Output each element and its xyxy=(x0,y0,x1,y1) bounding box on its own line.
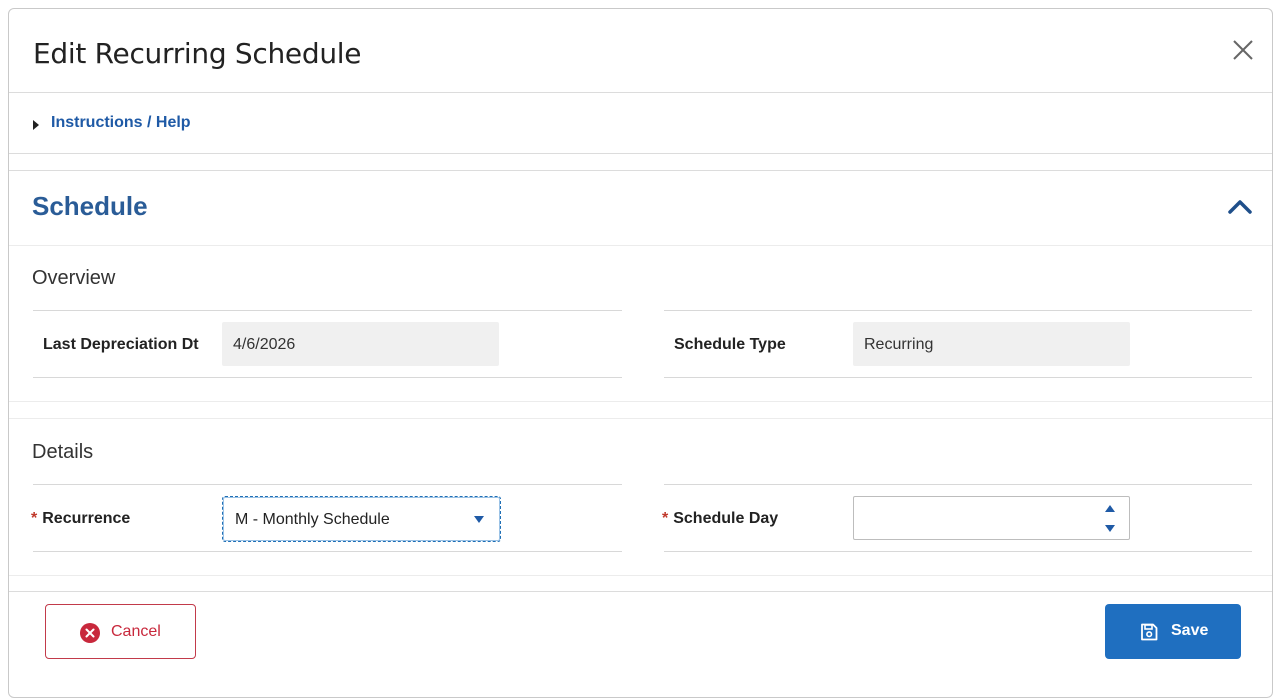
recurrence-label: * Recurrence xyxy=(31,510,130,528)
chevron-up-icon xyxy=(1228,200,1252,214)
modal-title: Edit Recurring Schedule xyxy=(33,37,362,70)
close-icon xyxy=(1233,40,1253,60)
schedule-type-value: Recurring xyxy=(853,322,1130,366)
details-left-bottom-line xyxy=(33,551,622,552)
close-circle-icon xyxy=(80,623,100,643)
section-title: Schedule xyxy=(32,191,148,221)
recurrence-select-value: M - Monthly Schedule xyxy=(235,511,390,528)
details-right-top-line xyxy=(664,484,1252,485)
save-button-label: Save xyxy=(1171,622,1209,639)
spin-up-icon[interactable] xyxy=(1105,505,1115,512)
instructions-help-link[interactable]: Instructions / Help xyxy=(51,114,191,132)
recurrence-label-text: Recurrence xyxy=(42,510,131,527)
details-title: Details xyxy=(32,441,94,463)
instructions-help-toggle[interactable]: Instructions / Help xyxy=(9,93,1272,154)
details-left-top-line xyxy=(33,484,622,485)
last-depreciation-label: Last Depreciation Dt xyxy=(43,336,199,353)
modal-header: Edit Recurring Schedule xyxy=(9,9,1272,93)
details-footer-divider xyxy=(9,575,1272,576)
required-marker: * xyxy=(662,510,669,527)
collapse-section-button[interactable] xyxy=(1226,197,1254,217)
caret-right-icon xyxy=(33,120,39,130)
overview-details-divider-b xyxy=(9,418,1272,419)
save-button[interactable]: Save xyxy=(1105,604,1241,659)
schedule-type-label: Schedule Type xyxy=(674,336,786,353)
overview-title: Overview xyxy=(32,267,116,289)
footer-divider xyxy=(9,591,1272,592)
schedule-day-label: * Schedule Day xyxy=(662,510,778,528)
section-divider xyxy=(9,170,1272,171)
cancel-button[interactable]: Cancel xyxy=(45,604,196,659)
overview-right-bottom-line xyxy=(664,377,1252,378)
overview-right-top-line xyxy=(664,310,1252,311)
edit-recurring-schedule-modal: Edit Recurring Schedule Instructions / H… xyxy=(8,8,1273,698)
overview-left-bottom-line xyxy=(33,377,622,378)
overview-details-divider-a xyxy=(9,401,1272,402)
schedule-day-label-text: Schedule Day xyxy=(673,510,779,527)
cancel-button-label: Cancel xyxy=(111,623,161,640)
required-marker: * xyxy=(31,510,38,527)
floppy-disk-icon xyxy=(1141,623,1158,641)
spin-down-icon[interactable] xyxy=(1105,525,1115,532)
caret-down-icon xyxy=(474,516,484,523)
details-right-bottom-line xyxy=(664,551,1252,552)
overview-left-top-line xyxy=(33,310,622,311)
last-depreciation-value: 4/6/2026 xyxy=(222,322,499,366)
recurrence-select[interactable]: M - Monthly Schedule xyxy=(222,496,501,542)
close-button[interactable] xyxy=(1228,35,1258,65)
schedule-day-input[interactable] xyxy=(853,496,1130,540)
section-header-divider xyxy=(9,245,1272,246)
